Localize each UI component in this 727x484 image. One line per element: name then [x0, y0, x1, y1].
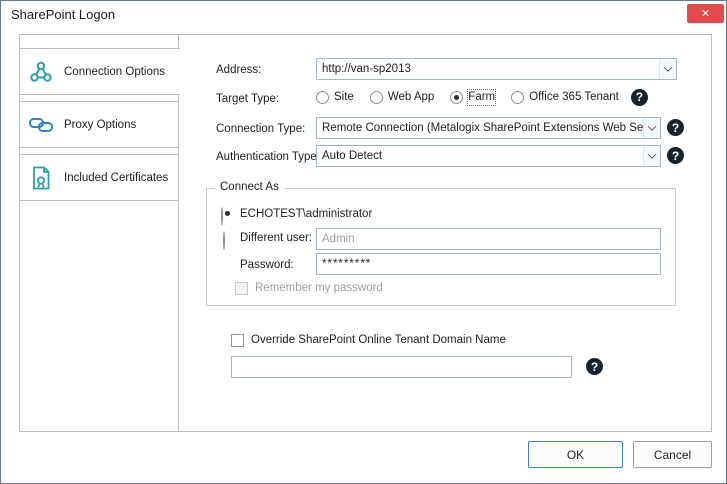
current-user-label[interactable]: ECHOTEST\administrator [240, 207, 372, 222]
connection-type-help-icon[interactable]: ? [667, 119, 684, 136]
radio-site-circle[interactable] [316, 91, 329, 104]
radio-web-app-label[interactable]: Web App [388, 90, 434, 105]
certificate-icon [28, 165, 54, 191]
target-type-help-icon[interactable]: ? [631, 89, 648, 106]
authentication-type-label: Authentication Type: [216, 150, 320, 165]
remember-password-label[interactable]: Remember my password [255, 281, 383, 296]
cancel-button[interactable]: Cancel [633, 441, 712, 468]
tab-label-proxy-options: Proxy Options [64, 119, 136, 131]
address-combobox[interactable]: http://van-sp2013 [316, 58, 677, 80]
override-tenant-input[interactable] [231, 356, 572, 378]
authentication-type-value: Auto Detect [317, 150, 643, 162]
radio-farm-label[interactable]: Farm [468, 90, 495, 105]
radio-site[interactable]: Site [316, 90, 354, 105]
tab-connection-options[interactable]: Connection Options [19, 48, 180, 95]
close-button[interactable]: ✕ [687, 4, 724, 23]
radio-site-label[interactable]: Site [334, 90, 354, 105]
target-type-radio-group: Site Web App Farm Office 365 Tenant ? [316, 89, 648, 105]
address-value: http://van-sp2013 [317, 63, 659, 75]
authentication-type-help-icon[interactable]: ? [667, 147, 684, 164]
title-bar: SharePoint Logon ✕ [1, 1, 726, 27]
cancel-button-label: Cancel [654, 448, 691, 462]
radio-web-app-circle[interactable] [370, 91, 383, 104]
connect-as-legend: Connect As [215, 181, 284, 193]
share-network-icon [28, 59, 54, 85]
tab-included-certificates[interactable]: Included Certificates [19, 154, 179, 201]
ok-button-label: OK [567, 448, 584, 462]
sharepoint-logon-dialog: SharePoint Logon ✕ Connection Options [0, 0, 727, 484]
radio-current-user-circle[interactable] [221, 207, 223, 226]
radio-web-app[interactable]: Web App [370, 90, 434, 105]
address-label: Address: [216, 63, 261, 78]
different-user-input[interactable] [316, 228, 661, 250]
tab-label-connection-options: Connection Options [64, 66, 165, 78]
tab-label-included-certificates: Included Certificates [64, 172, 168, 184]
password-input[interactable] [316, 253, 661, 275]
different-user-label[interactable]: Different user: [240, 231, 312, 246]
chevron-down-icon[interactable] [643, 118, 660, 138]
override-tenant-help-icon[interactable]: ? [586, 358, 603, 375]
radio-farm-circle[interactable] [450, 91, 463, 104]
chevron-down-icon[interactable] [659, 59, 676, 79]
radio-office365-label[interactable]: Office 365 Tenant [529, 90, 619, 105]
radio-office365[interactable]: Office 365 Tenant [511, 90, 619, 105]
radio-different-user-circle[interactable] [223, 231, 225, 250]
radio-office365-circle[interactable] [511, 91, 524, 104]
connection-type-value: Remote Connection (Metalogix SharePoint … [317, 122, 643, 134]
authentication-type-combobox[interactable]: Auto Detect [316, 145, 661, 167]
radio-farm[interactable]: Farm [450, 90, 495, 105]
connection-type-label: Connection Type: [216, 122, 305, 137]
chevron-down-icon[interactable] [643, 146, 660, 166]
chain-links-icon [28, 112, 54, 138]
target-type-label: Target Type: [216, 92, 279, 107]
ok-button[interactable]: OK [528, 441, 623, 468]
window-title: SharePoint Logon [11, 7, 115, 22]
close-icon: ✕ [701, 7, 710, 20]
override-tenant-checkbox[interactable] [231, 334, 244, 347]
connection-type-combobox[interactable]: Remote Connection (Metalogix SharePoint … [316, 117, 661, 139]
tab-proxy-options[interactable]: Proxy Options [19, 101, 179, 148]
remember-password-checkbox[interactable] [235, 282, 248, 295]
override-tenant-label[interactable]: Override SharePoint Online Tenant Domain… [251, 333, 506, 348]
password-label: Password: [240, 258, 294, 273]
